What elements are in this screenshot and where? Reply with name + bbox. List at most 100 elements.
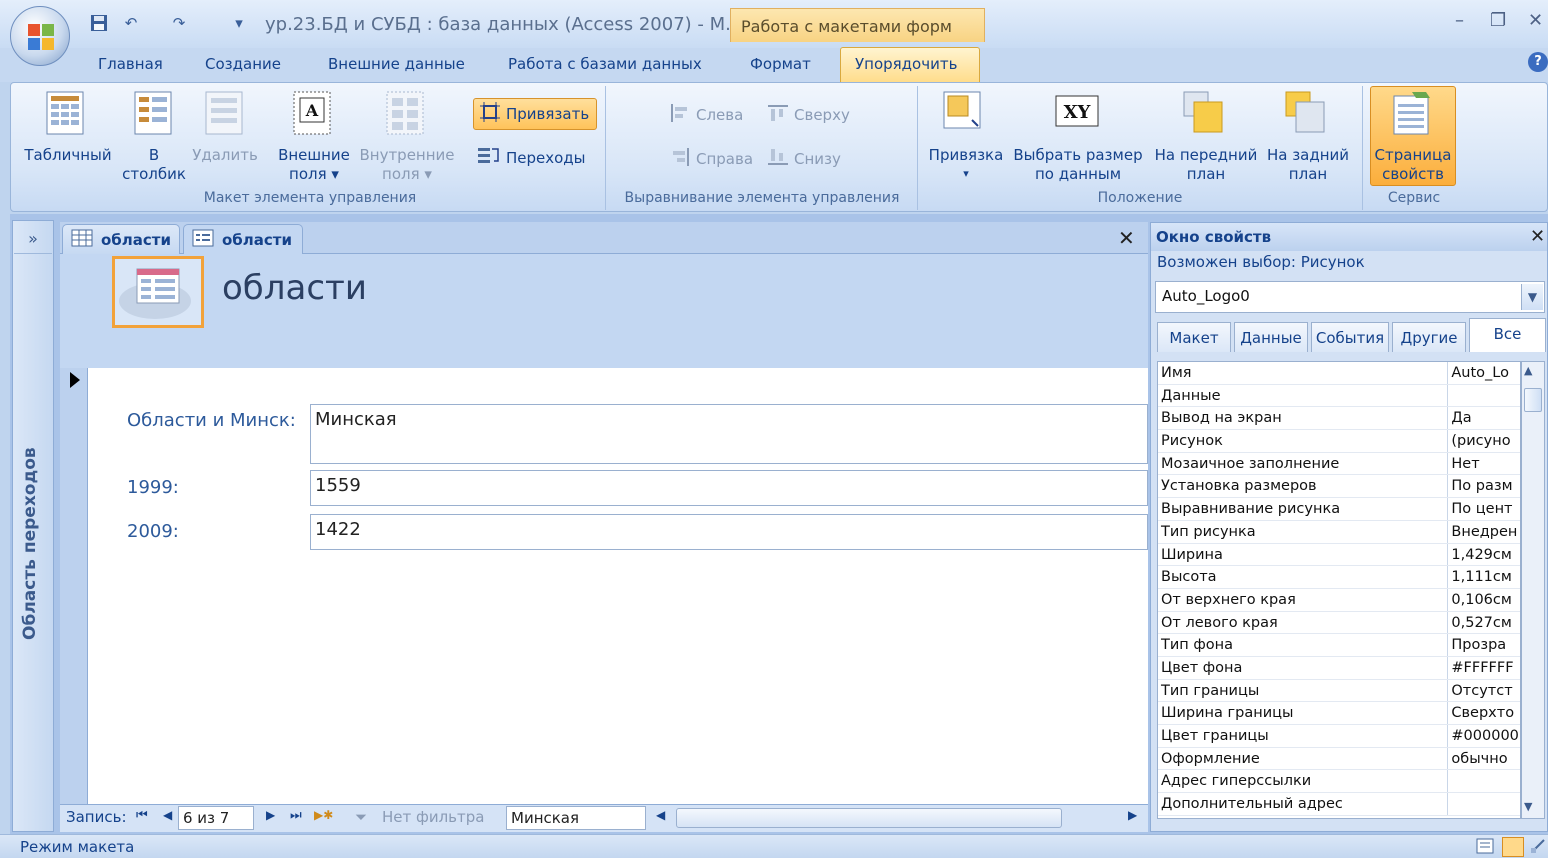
property-value[interactable]: По разм bbox=[1448, 475, 1520, 497]
property-value[interactable]: Нет bbox=[1448, 453, 1520, 475]
property-row[interactable]: Дополнительный адрес bbox=[1158, 793, 1520, 816]
restore-button[interactable]: ❐ bbox=[1490, 10, 1506, 31]
layout-view-icon[interactable] bbox=[1502, 837, 1524, 857]
no-filter-button[interactable]: Нет фильтра bbox=[382, 808, 484, 826]
property-row[interactable]: Высота 1,111см bbox=[1158, 566, 1520, 589]
property-row[interactable]: Мозаичное заполнение Нет bbox=[1158, 452, 1520, 476]
size-to-fit-line1[interactable]: Выбрать размер bbox=[1010, 146, 1146, 165]
property-grid-scrollbar[interactable] bbox=[1521, 361, 1545, 819]
remove-layout-button[interactable]: Удалить bbox=[190, 146, 260, 165]
snap-to-grid-button[interactable]: Привязать bbox=[473, 98, 597, 130]
doc-tab-form[interactable]: области bbox=[183, 224, 303, 254]
hscroll-thumb[interactable] bbox=[676, 808, 1062, 828]
inner-padding-line1[interactable]: Внутренние bbox=[356, 146, 458, 165]
property-value[interactable]: 1,111см bbox=[1448, 566, 1520, 588]
outer-margins-line1[interactable]: Внешние bbox=[274, 146, 354, 165]
anchor-dropdown-arrow[interactable]: ▾ bbox=[924, 164, 1008, 183]
first-record-icon[interactable]: ⏮ bbox=[136, 808, 148, 823]
size-to-fit-line2[interactable]: по данным bbox=[1010, 165, 1146, 184]
record-search-input[interactable]: Минская bbox=[506, 806, 646, 830]
inner-padding-line2[interactable]: поля ▾ bbox=[356, 165, 458, 184]
property-row[interactable]: От верхнего края 0,106см bbox=[1158, 588, 1520, 612]
bring-to-front-line2[interactable]: план bbox=[1150, 165, 1262, 184]
current-record-input[interactable]: 6 из 7 bbox=[178, 806, 254, 830]
chevron-down-icon[interactable]: ▼ bbox=[1521, 284, 1543, 310]
property-value[interactable] bbox=[1448, 770, 1520, 792]
scroll-down-icon[interactable]: ▼ bbox=[1524, 800, 1532, 813]
new-record-icon[interactable]: ▶✱ bbox=[314, 808, 333, 822]
last-record-icon[interactable]: ⏭ bbox=[290, 808, 302, 823]
property-row[interactable]: Выравнивание рисунка По цент bbox=[1158, 498, 1520, 521]
close-document-icon[interactable]: ✕ bbox=[1118, 226, 1135, 250]
stacked-button-line1[interactable]: В bbox=[114, 146, 194, 165]
property-row[interactable]: Цвет границы #000000 bbox=[1158, 725, 1520, 748]
office-button[interactable] bbox=[10, 6, 70, 66]
prop-tab-data[interactable]: Данные bbox=[1234, 322, 1308, 352]
property-value[interactable] bbox=[1448, 793, 1520, 815]
form-view-icon[interactable] bbox=[1476, 838, 1494, 858]
field-2009-textbox[interactable]: 1422 bbox=[310, 514, 1148, 550]
property-row[interactable]: Установка размеров По разм bbox=[1158, 475, 1520, 499]
property-value[interactable]: (рисуно bbox=[1448, 430, 1520, 452]
hscroll-left-icon[interactable]: ◀ bbox=[656, 808, 665, 822]
property-value[interactable]: Auto_Lo bbox=[1448, 362, 1520, 384]
prop-tab-other[interactable]: Другие bbox=[1392, 322, 1466, 352]
property-row[interactable]: Цвет фона #FFFFFF bbox=[1158, 656, 1520, 680]
field-label-region[interactable]: Области и Минск: bbox=[127, 410, 296, 431]
property-row[interactable]: Ширина границы Сверхто bbox=[1158, 702, 1520, 725]
align-right-button[interactable]: Справа bbox=[670, 148, 753, 170]
property-row[interactable]: Тип границы Отсутст bbox=[1158, 679, 1520, 703]
undo-icon[interactable]: ↶ bbox=[120, 12, 142, 34]
align-left-button[interactable]: Слева bbox=[670, 104, 743, 126]
field-label-1999[interactable]: 1999: bbox=[127, 477, 179, 498]
save-icon[interactable] bbox=[88, 12, 110, 34]
property-row[interactable]: Имя Auto_Lo bbox=[1158, 362, 1520, 385]
field-region-textbox[interactable]: Минская bbox=[310, 404, 1148, 464]
close-button[interactable]: ✕ bbox=[1528, 10, 1543, 31]
tab-create[interactable]: Создание bbox=[205, 55, 281, 73]
send-to-back-line1[interactable]: На задний bbox=[1262, 146, 1354, 165]
help-icon[interactable]: ? bbox=[1528, 52, 1548, 72]
send-to-back-line2[interactable]: план bbox=[1262, 165, 1354, 184]
property-value[interactable]: 0,527см bbox=[1448, 612, 1520, 634]
tab-external-data[interactable]: Внешние данные bbox=[328, 55, 465, 73]
record-selector[interactable] bbox=[60, 368, 88, 804]
tab-format[interactable]: Формат bbox=[750, 55, 811, 73]
scroll-up-icon[interactable]: ▲ bbox=[1524, 364, 1532, 377]
next-record-icon[interactable]: ▶ bbox=[266, 808, 275, 822]
property-value[interactable]: #000000 bbox=[1448, 725, 1520, 747]
property-row[interactable]: От левого края 0,527см bbox=[1158, 611, 1520, 635]
property-row[interactable]: Вывод на экран Да bbox=[1158, 407, 1520, 431]
property-row[interactable]: Оформление обычно bbox=[1158, 747, 1520, 771]
design-view-icon[interactable] bbox=[1530, 838, 1546, 858]
property-value[interactable]: #FFFFFF bbox=[1448, 657, 1520, 679]
stacked-button-line2[interactable]: столбик bbox=[114, 165, 194, 184]
property-value[interactable]: Внедрен bbox=[1448, 521, 1520, 543]
prop-tab-events[interactable]: События bbox=[1311, 322, 1389, 352]
object-selector-dropdown[interactable]: Auto_Logo0 bbox=[1155, 281, 1545, 313]
property-value[interactable]: 1,429см bbox=[1448, 544, 1520, 566]
hscroll-right-icon[interactable]: ▶ bbox=[1128, 808, 1137, 822]
property-value[interactable]: Прозра bbox=[1448, 634, 1520, 656]
minimize-button[interactable]: – bbox=[1455, 10, 1464, 31]
form-logo-image[interactable] bbox=[112, 256, 204, 328]
redo-icon[interactable]: ↷ bbox=[168, 12, 190, 34]
field-label-2009[interactable]: 2009: bbox=[127, 521, 179, 542]
tabular-button[interactable]: Табличный bbox=[22, 146, 114, 165]
property-value[interactable]: По цент bbox=[1448, 498, 1520, 520]
nav-pane-title[interactable]: Область переходов bbox=[20, 447, 40, 640]
filter-funnel-icon[interactable]: ⏷ bbox=[355, 808, 367, 826]
property-value[interactable]: Сверхто bbox=[1448, 702, 1520, 724]
tab-database-tools[interactable]: Работа с базами данных bbox=[508, 55, 702, 73]
scroll-thumb[interactable] bbox=[1524, 388, 1542, 412]
outer-margins-line2[interactable]: поля ▾ bbox=[274, 165, 354, 184]
customize-toolbar-icon[interactable]: ▾ bbox=[228, 12, 250, 34]
anchor-button[interactable]: Привязка bbox=[924, 146, 1008, 165]
nav-pane-toggle-button[interactable]: » bbox=[14, 224, 52, 254]
property-value[interactable]: 0,106см bbox=[1448, 589, 1520, 611]
property-row[interactable]: Адрес гиперссылки bbox=[1158, 770, 1520, 794]
property-row[interactable]: Рисунок (рисуно bbox=[1158, 430, 1520, 453]
property-value[interactable]: Отсутст bbox=[1448, 680, 1520, 702]
property-row[interactable]: Тип фона Прозра bbox=[1158, 634, 1520, 657]
align-bottom-button[interactable]: Снизу bbox=[768, 148, 841, 170]
